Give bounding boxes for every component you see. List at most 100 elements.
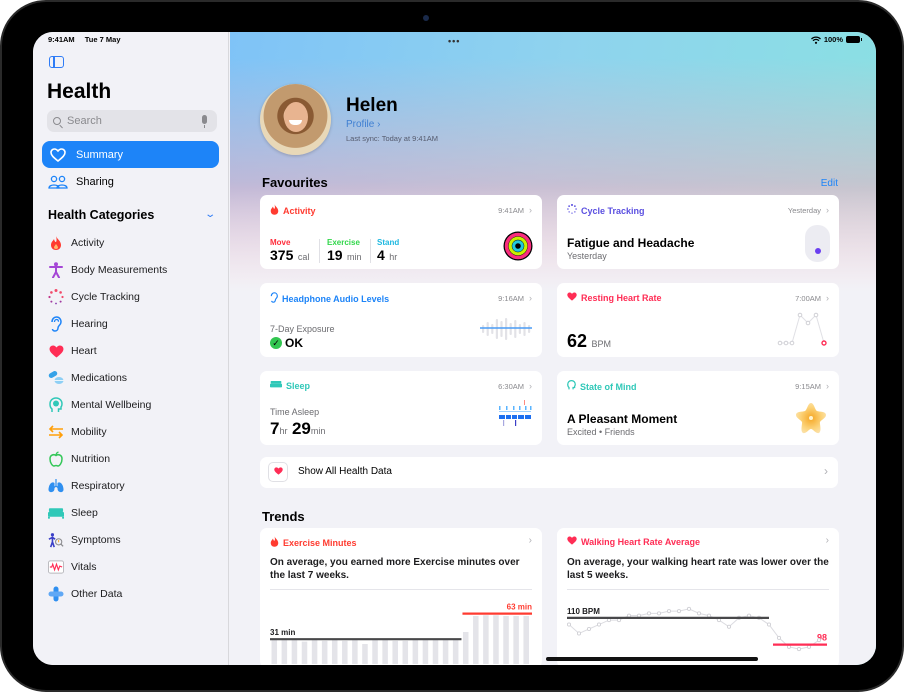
audio-bar bbox=[491, 324, 494, 334]
exercise-bar bbox=[462, 632, 469, 664]
sleep-hours-unit: hr bbox=[279, 426, 288, 436]
card-title-label: Resting Heart Rate bbox=[581, 293, 662, 303]
sleep-stages-chart bbox=[499, 400, 532, 426]
time-label: 9:16AM bbox=[498, 294, 524, 303]
walking-hr-point bbox=[566, 622, 572, 627]
trend-description: On average, you earned more Exercise min… bbox=[270, 557, 520, 581]
heart-icon bbox=[567, 536, 577, 547]
move-label: Move bbox=[270, 238, 291, 247]
sidebar-toggle-icon[interactable] bbox=[49, 56, 64, 68]
apple-icon bbox=[48, 451, 64, 467]
category-body-measurements[interactable]: Body Measurements bbox=[48, 260, 167, 280]
category-nutrition[interactable]: Nutrition bbox=[48, 449, 110, 469]
old-average-label: 110 BPM bbox=[567, 607, 600, 616]
cycle-dots-icon bbox=[567, 203, 577, 217]
walking-hr-point bbox=[786, 644, 792, 649]
chevron-right-icon: › bbox=[529, 381, 532, 391]
exercise-bar bbox=[342, 640, 348, 664]
category-heart[interactable]: Heart bbox=[48, 341, 97, 361]
exercise-bar bbox=[412, 640, 419, 664]
last-sync-text: Last sync: Today at 9:41AM bbox=[346, 134, 438, 143]
state-of-mind-card[interactable]: State of Mind 9:15AM › A Pleasant Moment … bbox=[557, 371, 839, 445]
chevron-right-icon: › bbox=[529, 205, 532, 215]
category-label: Body Measurements bbox=[71, 264, 168, 276]
sleep-duration: 7hr 29min bbox=[270, 419, 325, 439]
stand-label: Stand bbox=[377, 238, 400, 247]
category-mental-wellbeing[interactable]: Mental Wellbeing bbox=[48, 395, 151, 415]
exercise-bar bbox=[432, 640, 439, 664]
walking-hr-point bbox=[796, 647, 802, 652]
exercise-bar bbox=[513, 616, 519, 664]
category-mobility[interactable]: Mobility bbox=[48, 422, 107, 442]
card-title-label: Headphone Audio Levels bbox=[282, 294, 390, 304]
category-other-data[interactable]: Other Data bbox=[48, 584, 122, 604]
audio-bar bbox=[523, 322, 526, 336]
health-app-icon bbox=[268, 462, 288, 482]
walking-heart-rate-trend-card[interactable]: Walking Heart Rate Average › On average,… bbox=[557, 528, 839, 665]
category-vitals[interactable]: Vitals bbox=[48, 557, 97, 577]
stand-stat: Stand 4 hr bbox=[377, 238, 399, 265]
headphone-audio-card[interactable]: Headphone Audio Levels 9:16AM › 7-Day Exp… bbox=[260, 283, 542, 357]
activity-card[interactable]: Activity 9:41AM › Move 375 cal Exercise 1… bbox=[260, 195, 542, 269]
ear-icon bbox=[48, 316, 64, 332]
category-sleep[interactable]: Sleep bbox=[48, 503, 98, 523]
checkmark-icon: ✓ bbox=[270, 337, 282, 349]
avatar[interactable] bbox=[260, 84, 331, 155]
audio-bar bbox=[500, 321, 503, 337]
exercise-bar bbox=[392, 640, 398, 664]
profile-name: Helen bbox=[346, 95, 398, 116]
category-medications[interactable]: Medications bbox=[48, 368, 127, 388]
exercise-bar bbox=[483, 615, 489, 664]
search-field[interactable] bbox=[47, 110, 217, 132]
show-all-label: Show All Health Data bbox=[298, 466, 392, 477]
card-time: 9:41AM › bbox=[498, 205, 532, 215]
figure-icon bbox=[48, 262, 64, 278]
people-icon bbox=[48, 174, 68, 190]
category-respiratory[interactable]: Respiratory bbox=[48, 476, 125, 496]
exercise-bar bbox=[382, 640, 388, 664]
sidebar-item-sharing[interactable]: Sharing bbox=[42, 168, 219, 195]
card-time: Yesterday › bbox=[788, 205, 829, 215]
exercise-bar bbox=[331, 640, 338, 664]
main-content: ••• 100% Helen Profile › Last sync: Toda… bbox=[230, 32, 876, 665]
home-indicator[interactable] bbox=[546, 657, 758, 661]
symptoms-icon bbox=[48, 532, 64, 548]
category-symptoms[interactable]: Symptoms bbox=[48, 530, 121, 550]
battery-percent: 100% bbox=[823, 35, 843, 44]
lungs-icon bbox=[48, 478, 64, 494]
sidebar-item-summary[interactable]: Summary bbox=[42, 141, 219, 168]
sidebar: 9:41AM Tue 7 May Health Summary Shar bbox=[33, 32, 229, 665]
exercise-minutes-trend-card[interactable]: Exercise Minutes › On average, you earne… bbox=[260, 528, 542, 665]
category-cycle-tracking[interactable]: Cycle Tracking bbox=[48, 287, 140, 307]
edit-button[interactable]: Edit bbox=[821, 178, 838, 189]
microphone-icon[interactable] bbox=[202, 115, 207, 128]
show-all-health-data-button[interactable]: Show All Health Data › bbox=[260, 457, 838, 488]
screen: 9:41AM Tue 7 May Health Summary Shar bbox=[33, 32, 876, 665]
category-hearing[interactable]: Hearing bbox=[48, 314, 108, 334]
category-label: Symptoms bbox=[71, 534, 121, 546]
category-activity[interactable]: Activity bbox=[48, 233, 104, 253]
audio-bar bbox=[518, 324, 521, 334]
chevron-right-icon: › bbox=[824, 464, 828, 478]
profile-link[interactable]: Profile › bbox=[346, 119, 380, 130]
new-average-label: 63 min bbox=[507, 603, 532, 612]
arrows-icon bbox=[48, 424, 64, 440]
walking-hr-point bbox=[746, 613, 752, 618]
cycle-tracking-card[interactable]: Cycle Tracking Yesterday › Fatigue and He… bbox=[557, 195, 839, 269]
exercise-stat: Exercise 19 min bbox=[327, 238, 362, 265]
chevron-down-icon[interactable]: ⌄ bbox=[204, 209, 216, 220]
search-input[interactable] bbox=[67, 115, 187, 127]
walking-hr-point bbox=[576, 631, 582, 636]
resting-heart-rate-card[interactable]: Resting Heart Rate 7:00AM › 62 BPM bbox=[557, 283, 839, 357]
time-label: Yesterday bbox=[787, 206, 821, 215]
sleep-card[interactable]: Sleep 6:30AM › Time Asleep 7hr 29min bbox=[260, 371, 542, 445]
vitals-icon bbox=[48, 559, 64, 575]
multitasking-dots-icon[interactable]: ••• bbox=[448, 36, 460, 46]
status-bar-left: 9:41AM Tue 7 May bbox=[48, 35, 129, 44]
category-label: Hearing bbox=[71, 318, 108, 330]
walking-hr-point bbox=[806, 644, 812, 649]
card-title-label: Walking Heart Rate Average bbox=[581, 536, 701, 547]
walking-hr-point bbox=[636, 613, 642, 618]
audio-bar bbox=[495, 319, 498, 339]
front-camera bbox=[423, 15, 429, 21]
